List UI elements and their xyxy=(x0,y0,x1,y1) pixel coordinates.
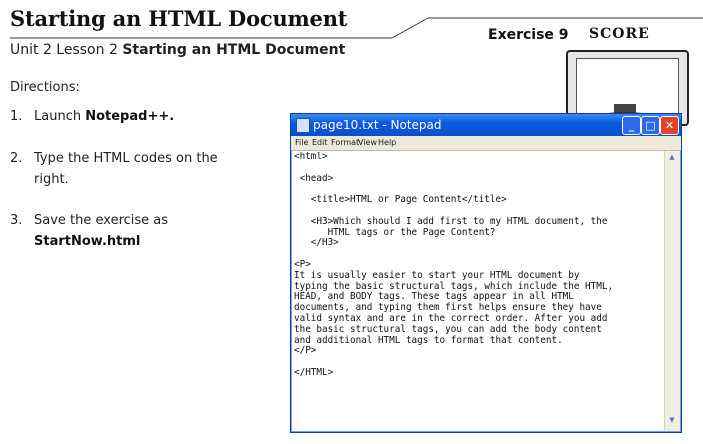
step-3: 3. Save the exercise as StartNow.html xyxy=(10,213,169,249)
scroll-up-icon[interactable]: ▲ xyxy=(666,153,678,166)
scroll-down-icon[interactable]: ▼ xyxy=(666,416,678,429)
score-label: SCORE xyxy=(589,26,650,42)
notepad-window[interactable]: page10.txt - Notepad _ □ ✕ File Edit For… xyxy=(290,113,682,433)
minimize-button[interactable]: _ xyxy=(622,116,641,135)
menu-help[interactable]: Help xyxy=(378,138,396,147)
vertical-scrollbar[interactable]: ▲ ▼ xyxy=(664,151,680,431)
notepad-text-area[interactable]: <html> <head> <title>HTML or Page Conten… xyxy=(294,152,663,430)
menu-bar: File Edit Format View Help xyxy=(291,136,681,151)
directions-heading: Directions: xyxy=(10,80,80,95)
step-2: 2. Type the HTML codes on the right. xyxy=(10,151,218,187)
step-1: 1. Launch Notepad++. xyxy=(10,109,175,124)
menu-format[interactable]: Format xyxy=(331,138,359,147)
exercise-label: Exercise 9 xyxy=(488,27,569,43)
menu-file[interactable]: File xyxy=(295,138,308,147)
maximize-button[interactable]: □ xyxy=(641,116,660,135)
menu-edit[interactable]: Edit xyxy=(312,138,328,147)
close-button[interactable]: ✕ xyxy=(660,116,679,135)
page-subtitle: Unit 2 Lesson 2 Starting an HTML Documen… xyxy=(10,42,346,58)
page-title: Starting an HTML Document xyxy=(10,6,348,31)
notepad-title: page10.txt - Notepad xyxy=(313,118,442,132)
menu-view[interactable]: View xyxy=(358,138,377,147)
notepad-icon xyxy=(296,118,310,133)
notepad-titlebar[interactable]: page10.txt - Notepad _ □ ✕ xyxy=(291,114,681,136)
